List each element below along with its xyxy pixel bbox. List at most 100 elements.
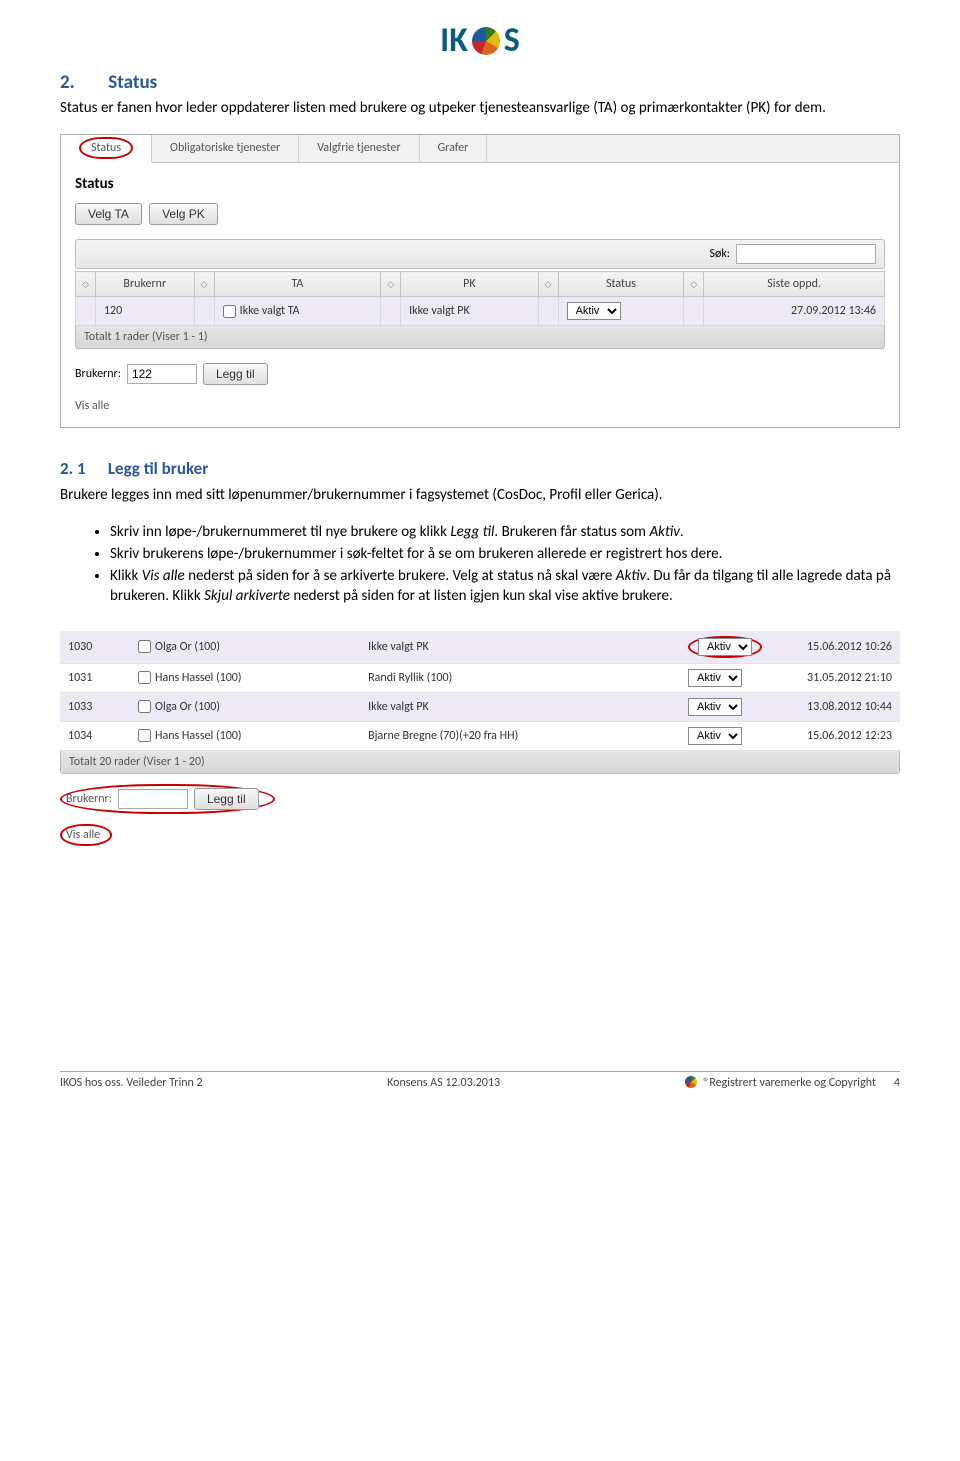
- cell-pk: Ikke valgt PK: [360, 692, 680, 721]
- cell-pk: Ikke valgt PK: [401, 297, 539, 326]
- sort-icon[interactable]: ◇: [381, 272, 401, 297]
- cell-ta[interactable]: Olga Or (100): [130, 692, 360, 721]
- ta-checkbox[interactable]: [138, 640, 151, 653]
- cell-status: Aktiv: [680, 631, 770, 664]
- status-select[interactable]: Aktiv: [688, 727, 742, 745]
- brukernr-input-2[interactable]: [118, 789, 188, 809]
- table-row: 1034 Hans Hassel (100) Bjarne Bregne (70…: [60, 721, 900, 750]
- col-brukernr[interactable]: Brukernr: [95, 272, 194, 297]
- footer-center: Konsens AS 12.03.2013: [387, 1076, 500, 1090]
- sort-icon[interactable]: ◇: [538, 272, 558, 297]
- cell-ta[interactable]: Hans Hassel (100): [130, 663, 360, 692]
- status-select[interactable]: Aktiv: [688, 669, 742, 687]
- search-row: Søk:: [75, 239, 885, 269]
- pie-chart-icon: [472, 27, 500, 55]
- col-siste[interactable]: Siste oppd.: [704, 272, 885, 297]
- list-item: Skriv brukerens løpe-/brukernummer i søk…: [110, 544, 900, 564]
- cell-ta[interactable]: Olga Or (100): [130, 631, 360, 664]
- ikos-logo: IK S: [60, 20, 900, 61]
- cell-status: Aktiv: [680, 721, 770, 750]
- table-statusbar-2: Totalt 20 rader (Viser 1 - 20): [60, 751, 900, 774]
- cell-siste: 27.09.2012 13:46: [704, 297, 885, 326]
- header-row: ◇ Brukernr ◇ TA ◇ PK ◇ Status ◇ Siste op…: [76, 272, 885, 297]
- page-footer: IKOS hos oss. Veileder Trinn 2 Konsens A…: [60, 1071, 900, 1090]
- cell-status: Aktiv: [680, 663, 770, 692]
- subsection-heading: 2. 1 Legg til bruker: [60, 458, 900, 479]
- tab-status[interactable]: Status: [61, 135, 152, 163]
- brukernr-label-2: Brukernr:: [66, 792, 112, 806]
- cell-pk: Ikke valgt PK: [360, 631, 680, 664]
- legg-til-button-2[interactable]: Legg til: [194, 788, 259, 810]
- section-heading: 2. Status: [60, 71, 900, 94]
- table-row: 1031 Hans Hassel (100) Randi Ryllik (100…: [60, 663, 900, 692]
- circled-tab-label: Status: [79, 137, 133, 159]
- col-ta[interactable]: TA: [214, 272, 381, 297]
- panel-title: Status: [75, 175, 885, 193]
- cell-brukernr[interactable]: 120: [95, 297, 194, 326]
- sort-icon[interactable]: ◇: [76, 272, 96, 297]
- ta-checkbox[interactable]: [138, 729, 151, 742]
- footer-right: ®Registrert varemerke og Copyright: [703, 1076, 876, 1090]
- section-intro: Status er fanen hvor leder oppdaterer li…: [60, 98, 900, 118]
- table-statusbar: Totalt 1 rader (Viser 1 - 1): [75, 326, 885, 349]
- add-user-row: Brukernr: Legg til: [75, 363, 885, 385]
- status-select[interactable]: Aktiv: [567, 302, 621, 320]
- status-screenshot-panel: Status Obligatoriske tjenester Valgfrie …: [60, 134, 900, 428]
- tab-obligatoriske[interactable]: Obligatoriske tjenester: [152, 135, 299, 162]
- velg-ta-button[interactable]: Velg TA: [75, 203, 142, 225]
- circled-status: Aktiv: [688, 636, 762, 658]
- cell-ta[interactable]: Ikke valgt TA: [214, 297, 381, 326]
- cell-status: Aktiv: [558, 297, 684, 326]
- section-title: Status: [108, 71, 157, 94]
- cell-siste: 15.06.2012 10:26: [770, 631, 900, 664]
- cell-siste: 15.06.2012 12:23: [770, 721, 900, 750]
- subsection-title: Legg til bruker: [108, 458, 208, 479]
- table-row: 1030 Olga Or (100) Ikke valgt PK Aktiv 1…: [60, 631, 900, 664]
- col-pk[interactable]: PK: [401, 272, 539, 297]
- search-label: Søk:: [709, 247, 730, 261]
- bullet-list: Skriv inn løpe-/brukernummeret til nye b…: [60, 522, 900, 607]
- list-item: Klikk Vis alle nederst på siden for å se…: [110, 566, 900, 607]
- footer-left: IKOS hos oss. Veileder Trinn 2: [60, 1076, 203, 1090]
- cell-brukernr[interactable]: 1033: [60, 692, 130, 721]
- logo-pre: IK: [440, 20, 468, 61]
- brukernr-label: Brukernr:: [75, 367, 121, 381]
- sort-icon[interactable]: ◇: [684, 272, 704, 297]
- subsection-intro: Brukere legges inn med sitt løpenummer/b…: [60, 485, 900, 505]
- ta-checkbox[interactable]: [138, 700, 151, 713]
- cell-status: Aktiv: [680, 692, 770, 721]
- brukernr-input[interactable]: [127, 364, 197, 384]
- add-user-row-2: Brukernr: Legg til: [60, 784, 900, 814]
- list-item: Skriv inn løpe-/brukernummeret til nye b…: [110, 522, 900, 542]
- tab-bar: Status Obligatoriske tjenester Valgfrie …: [61, 135, 899, 163]
- cell-brukernr[interactable]: 1030: [60, 631, 130, 664]
- pie-chart-icon: [685, 1076, 697, 1088]
- tab-valgfrie[interactable]: Valgfrie tjenester: [299, 135, 419, 162]
- vis-alle-link[interactable]: Vis alle: [75, 399, 885, 413]
- status-select[interactable]: Aktiv: [688, 698, 742, 716]
- legg-til-button[interactable]: Legg til: [203, 363, 268, 385]
- cell-brukernr[interactable]: 1031: [60, 663, 130, 692]
- velg-pk-button[interactable]: Velg PK: [149, 203, 218, 225]
- table-row: 120 Ikke valgt TA Ikke valgt PK Aktiv 27…: [76, 297, 885, 326]
- users-table: ◇ Brukernr ◇ TA ◇ PK ◇ Status ◇ Siste op…: [75, 271, 885, 326]
- cell-pk: Bjarne Bregne (70)(+20 fra HH): [360, 721, 680, 750]
- cell-ta[interactable]: Hans Hassel (100): [130, 721, 360, 750]
- tab-grafer[interactable]: Grafer: [420, 135, 488, 162]
- cell-brukernr[interactable]: 1034: [60, 721, 130, 750]
- logo-post: S: [504, 20, 520, 61]
- page-number: 4: [894, 1076, 900, 1090]
- subsection-number: 2. 1: [60, 458, 104, 479]
- table-row: 1033 Olga Or (100) Ikke valgt PK Aktiv 1…: [60, 692, 900, 721]
- sort-icon[interactable]: ◇: [194, 272, 214, 297]
- ta-checkbox[interactable]: [138, 671, 151, 684]
- cell-siste: 31.05.2012 21:10: [770, 663, 900, 692]
- section-number: 2.: [60, 71, 104, 94]
- vis-alle-link-2[interactable]: Vis alle: [66, 828, 100, 842]
- status-select[interactable]: Aktiv: [698, 638, 752, 656]
- search-input[interactable]: [736, 244, 876, 264]
- ta-checkbox[interactable]: [223, 305, 236, 318]
- col-status[interactable]: Status: [558, 272, 684, 297]
- cell-pk: Randi Ryllik (100): [360, 663, 680, 692]
- cell-siste: 13.08.2012 10:44: [770, 692, 900, 721]
